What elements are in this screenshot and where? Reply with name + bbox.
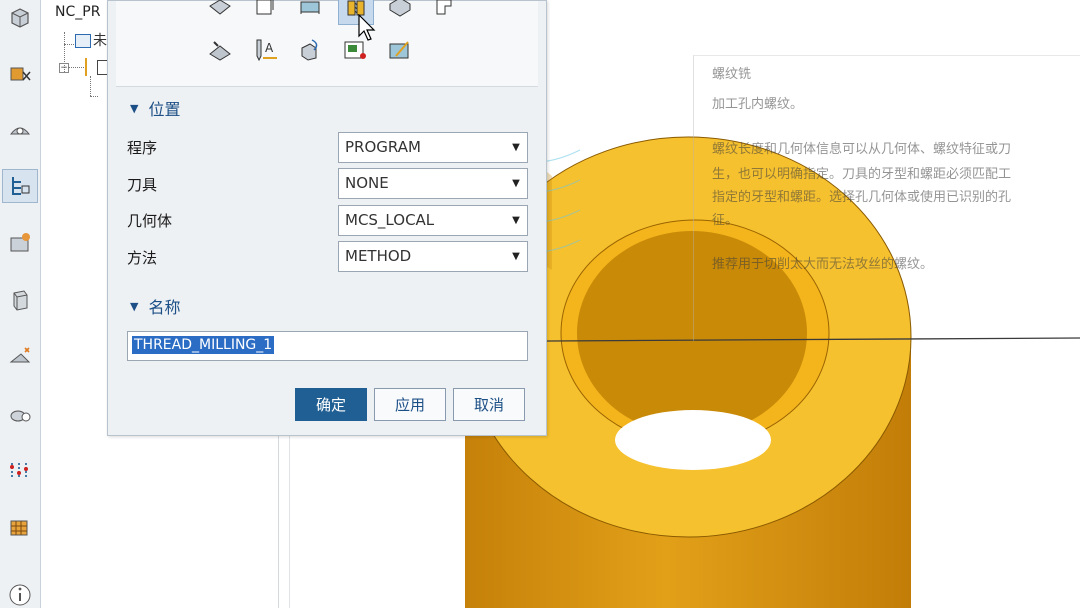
tree-connector xyxy=(68,67,84,68)
cutting-icon[interactable] xyxy=(4,512,36,544)
name-section-header[interactable]: ▼ 名称 xyxy=(116,289,538,323)
tooltip-line: 征。 xyxy=(712,213,739,228)
chamfer-mill-icon[interactable] xyxy=(203,33,237,67)
tree-connector xyxy=(64,44,74,45)
section-title: 位置 xyxy=(148,100,181,119)
tooltip-line: 指定的牙型和螺距。选择孔几何体或使用已识别的孔 xyxy=(712,190,1012,205)
apply-button[interactable]: 应用 xyxy=(374,388,446,421)
tooltip-line: 生，也可以明确指定。刀具的牙型和螺距必须匹配工 xyxy=(712,167,1012,182)
tree-collapse-toggle[interactable]: − xyxy=(59,63,69,73)
tooltip-line: 推荐用于切削太大而无法攻丝的螺纹。 xyxy=(712,257,934,272)
operation-name-field[interactable]: THREAD_MILLING_1 xyxy=(127,331,528,361)
geometry-icon[interactable] xyxy=(4,57,36,89)
dropdown-arrow-icon: ▼ xyxy=(512,215,520,226)
geometry-select[interactable]: MCS_LOCAL ▼ xyxy=(338,205,528,236)
tool-label: 刀具 xyxy=(127,176,158,194)
info-icon[interactable] xyxy=(4,578,36,610)
select-value: PROGRAM xyxy=(345,138,421,156)
collapse-triangle-icon: ▼ xyxy=(130,101,139,115)
mill-user-icon[interactable] xyxy=(383,33,417,67)
method-label: 方法 xyxy=(127,249,158,267)
sequence-icon[interactable] xyxy=(4,455,36,487)
create-operation-dialog: A ▼ 位置 程序 PROGRAM ▼ 刀具 NONE ▼ 几何体 MCS_LO… xyxy=(107,0,547,436)
operation-navigator-icon[interactable] xyxy=(2,169,38,203)
select-value: MCS_LOCAL xyxy=(345,211,435,229)
tooltip-line: 加工孔内螺纹。 xyxy=(712,97,804,112)
machine-icon[interactable] xyxy=(4,227,36,259)
name-value: THREAD_MILLING_1 xyxy=(132,336,275,354)
step-icon[interactable] xyxy=(428,0,462,23)
navigator-title: NC_PR xyxy=(55,4,101,20)
tree-connector xyxy=(90,76,91,96)
drill-icon[interactable] xyxy=(4,341,36,373)
tooltip-line: 螺纹长度和几何体信息可以从几何体、螺纹特征或刀 xyxy=(712,142,1012,157)
face-mill-icon[interactable] xyxy=(293,0,327,23)
program-select[interactable]: PROGRAM ▼ xyxy=(338,132,528,163)
position-section-header[interactable]: ▼ 位置 xyxy=(116,91,538,125)
svg-text:A: A xyxy=(265,41,274,55)
engrave-text-icon[interactable]: A xyxy=(248,33,282,67)
select-value: NONE xyxy=(345,174,389,192)
section-title: 名称 xyxy=(148,298,181,317)
geometry-label: 几何体 xyxy=(127,212,173,230)
program-label: 程序 xyxy=(127,139,158,157)
operation-tooltip: 螺纹铣 加工孔内螺纹。 螺纹长度和几何体信息可以从几何体、螺纹特征或刀 生，也可… xyxy=(693,55,1080,341)
tool-select[interactable]: NONE ▼ xyxy=(338,168,528,199)
cancel-button[interactable]: 取消 xyxy=(453,388,525,421)
cube-icon[interactable] xyxy=(4,284,36,316)
cavity-mill-icon[interactable] xyxy=(203,0,237,23)
collapse-triangle-icon: ▼ xyxy=(130,299,139,313)
operation-subtype-panel: A xyxy=(116,0,538,87)
plunge-mill-icon[interactable] xyxy=(248,0,282,23)
mill-icon[interactable] xyxy=(4,113,36,145)
method-select[interactable]: METHOD ▼ xyxy=(338,241,528,272)
tree-marker xyxy=(85,58,87,76)
select-value: METHOD xyxy=(345,247,412,265)
tree-connector xyxy=(90,96,98,97)
left-toolbar xyxy=(0,0,41,608)
tooltip-title: 螺纹铣 xyxy=(712,67,752,82)
program-group-icon xyxy=(75,34,91,48)
mouse-cursor-icon xyxy=(358,14,376,41)
dialog-button-bar: 确定 应用 取消 xyxy=(116,373,538,433)
dropdown-arrow-icon: ▼ xyxy=(512,251,520,262)
tool-icon[interactable] xyxy=(4,398,36,430)
dropdown-arrow-icon: ▼ xyxy=(512,142,520,153)
dropdown-arrow-icon: ▼ xyxy=(512,178,520,189)
tree-node-label[interactable]: 未 xyxy=(93,30,107,50)
part-icon[interactable] xyxy=(4,2,36,34)
probe-icon[interactable] xyxy=(293,33,327,67)
contour-icon[interactable] xyxy=(383,0,417,23)
ok-button[interactable]: 确定 xyxy=(295,388,367,421)
